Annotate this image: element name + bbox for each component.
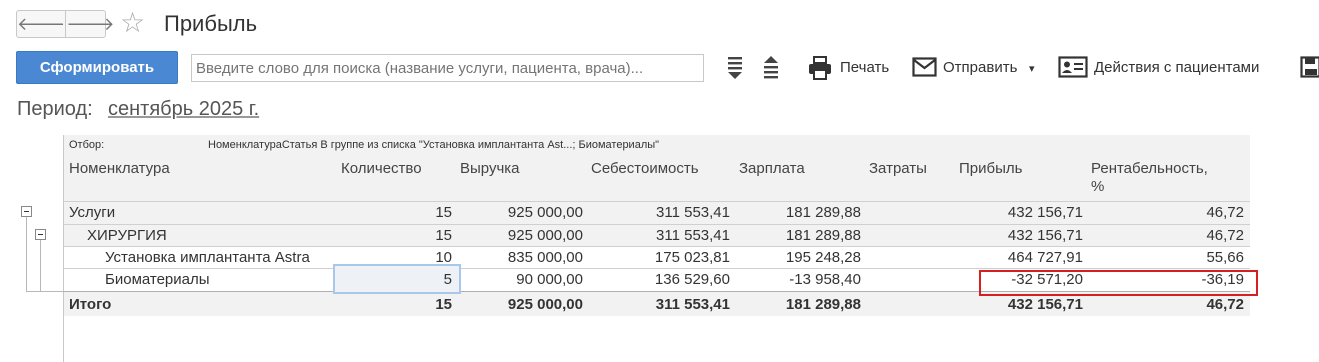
generate-button[interactable]: Сформировать [16, 51, 178, 84]
print-label: Печать [840, 59, 890, 76]
expand-all-icon[interactable] [726, 55, 744, 81]
row-quantity: 15 [435, 227, 452, 244]
forward-button[interactable]: 🡒 [65, 11, 115, 37]
search-input[interactable] [191, 54, 704, 82]
column-header-cost: Себестоимость [591, 160, 699, 177]
row-margin: 46,72 [1206, 227, 1244, 244]
column-header-margin: Рентабельность, [1091, 160, 1208, 177]
navigation-buttons: 🡐 🡒 [16, 10, 115, 38]
patient-actions-label: Действия с пациентами [1094, 59, 1260, 76]
row-cost: 175 023,81 [654, 249, 730, 266]
row-profit: 464 727,91 [1007, 249, 1083, 266]
tree-guide-line [40, 240, 41, 291]
row-name: Услуги [69, 204, 116, 221]
row-divider [64, 201, 1250, 202]
row-margin: 55,66 [1206, 249, 1244, 266]
row-salary: 181 289,88 [785, 204, 861, 221]
row-name: Установка имплантанта Astra [105, 249, 310, 266]
tree-guide-line [26, 216, 27, 291]
highlight-box [979, 270, 1258, 296]
column-header-margin-unit: % [1091, 178, 1105, 195]
row-revenue: 835 000,00 [507, 249, 583, 266]
collapse-all-icon[interactable] [762, 55, 780, 81]
column-header-quantity: Количество [341, 160, 422, 177]
selected-cell-outline [333, 264, 461, 294]
arrow-right-icon: 🡒 [66, 13, 115, 34]
envelope-icon [912, 57, 937, 77]
row-margin: 46,72 [1206, 204, 1244, 221]
row-cost: 311 553,41 [656, 204, 730, 221]
send-label: Отправить [943, 59, 1018, 76]
row-cost: 311 553,41 [656, 227, 730, 244]
row-revenue: 925 000,00 [507, 227, 583, 244]
filter-label: Отбор: [69, 139, 105, 151]
id-card-icon [1058, 56, 1088, 78]
total-salary: 181 289,88 [785, 296, 861, 313]
back-button[interactable]: 🡐 [17, 11, 65, 37]
total-revenue: 925 000,00 [507, 296, 583, 313]
chevron-down-icon: ▾ [1029, 63, 1035, 75]
column-header-revenue: Выручка [460, 160, 520, 177]
row-salary: 181 289,88 [785, 227, 861, 244]
total-margin: 46,72 [1206, 296, 1244, 313]
row-revenue: 90 000,00 [516, 271, 583, 288]
period-link[interactable]: сентябрь 2025 г. [108, 98, 259, 121]
row-divider [64, 268, 1250, 269]
page-title: Прибыль [164, 11, 258, 36]
row-name: ХИРУРГИЯ [87, 227, 167, 244]
row-name: Биоматериалы [105, 271, 210, 288]
printer-icon [809, 56, 831, 80]
filter-value: НоменклатураСтатья В группе из списка "У… [208, 139, 660, 151]
period-label: Период: [17, 98, 93, 120]
row-revenue: 925 000,00 [507, 204, 583, 221]
row-profit: 432 156,71 [1007, 227, 1083, 244]
row-divider [64, 224, 1250, 225]
row-divider [64, 246, 1250, 247]
total-quantity: 15 [435, 296, 452, 313]
favorite-star-icon[interactable]: ☆ [120, 9, 145, 37]
save-icon[interactable] [1300, 56, 1319, 78]
tree-collapse-icon[interactable] [21, 206, 32, 217]
tree-guide-line [26, 291, 64, 292]
row-profit: 432 156,71 [1007, 204, 1083, 221]
column-header-salary: Зарплата [739, 160, 805, 177]
tree-collapse-icon[interactable] [35, 229, 46, 240]
column-header-expenses: Затраты [869, 160, 927, 177]
total-profit: 432 156,71 [1007, 296, 1083, 313]
row-salary: 195 248,28 [785, 249, 861, 266]
total-cost: 311 553,41 [655, 296, 730, 313]
total-name: Итого [69, 296, 112, 313]
row-quantity: 15 [435, 204, 452, 221]
arrow-left-icon: 🡐 [17, 13, 66, 34]
row-cost: 136 529,60 [654, 271, 730, 288]
column-header-nomenclature: Номенклатура [69, 160, 170, 177]
row-salary: -13 958,40 [789, 271, 861, 288]
column-header-profit: Прибыль [959, 160, 1023, 177]
